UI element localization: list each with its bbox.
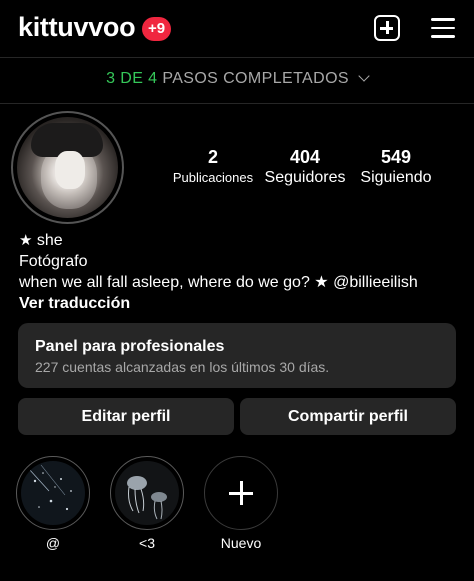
stat-followers[interactable]: 404 Seguidores	[260, 146, 350, 188]
bio-category: Fotógrafo	[19, 253, 88, 270]
username[interactable]: kittuvvoo	[18, 12, 136, 43]
create-plus-square-icon[interactable]	[374, 15, 400, 41]
stat-followers-label: Seguidores	[264, 169, 346, 186]
highlight-label: @	[45, 535, 61, 551]
panel-title: Panel para profesionales	[35, 338, 225, 355]
share-profile-button[interactable]: Compartir perfil	[240, 398, 456, 435]
steps-done-count: 3 DE 4	[106, 70, 158, 87]
edit-profile-button[interactable]: Editar perfil	[18, 398, 234, 435]
avatar[interactable]	[17, 117, 118, 218]
stat-followers-value: 404	[289, 147, 321, 167]
hamburger-menu-icon[interactable]	[431, 18, 455, 38]
stat-following-label: Siguiendo	[360, 169, 432, 186]
stat-posts-label: Publicaciones	[172, 170, 254, 185]
stat-posts-value: 2	[207, 147, 218, 167]
highlight-item[interactable]	[16, 456, 90, 530]
profile-screen: kittuvvoo +9 3 DE 4 PASOS COMPLETADOS 2 …	[0, 0, 474, 581]
translate-link[interactable]: Ver traducción	[19, 294, 130, 314]
plus-icon	[204, 456, 278, 530]
new-highlight-label: Nuevo	[220, 535, 262, 551]
highlight-cover	[21, 461, 85, 525]
profile-header: kittuvvoo +9	[0, 0, 474, 58]
steps-divider	[0, 103, 474, 104]
bio-text: when we all fall asleep, where do we go?…	[19, 274, 418, 291]
panel-subtitle: 227 cuentas alcanzadas en los últimos 30…	[35, 359, 330, 375]
highlight-cover	[115, 461, 179, 525]
bio-pronouns: she	[36, 232, 63, 249]
highlight-label: <3	[139, 535, 155, 551]
highlight-item[interactable]	[110, 456, 184, 530]
star-icon: ★	[19, 232, 33, 249]
bio-pronouns-line: ★ she	[19, 231, 63, 251]
steps-completed-banner[interactable]: 3 DE 4 PASOS COMPLETADOS	[0, 60, 474, 102]
professional-dashboard-panel[interactable]: Panel para profesionales 227 cuentas alc…	[18, 323, 456, 388]
stat-posts[interactable]: 2 Publicaciones	[170, 146, 256, 188]
stat-following[interactable]: 549 Siguiendo	[354, 146, 438, 188]
new-highlight-button[interactable]	[204, 456, 278, 530]
header-divider	[0, 57, 474, 58]
steps-label: PASOS COMPLETADOS	[162, 70, 350, 87]
stat-following-value: 549	[380, 147, 412, 167]
notification-badge[interactable]: +9	[142, 17, 172, 41]
chevron-down-icon	[358, 70, 370, 82]
